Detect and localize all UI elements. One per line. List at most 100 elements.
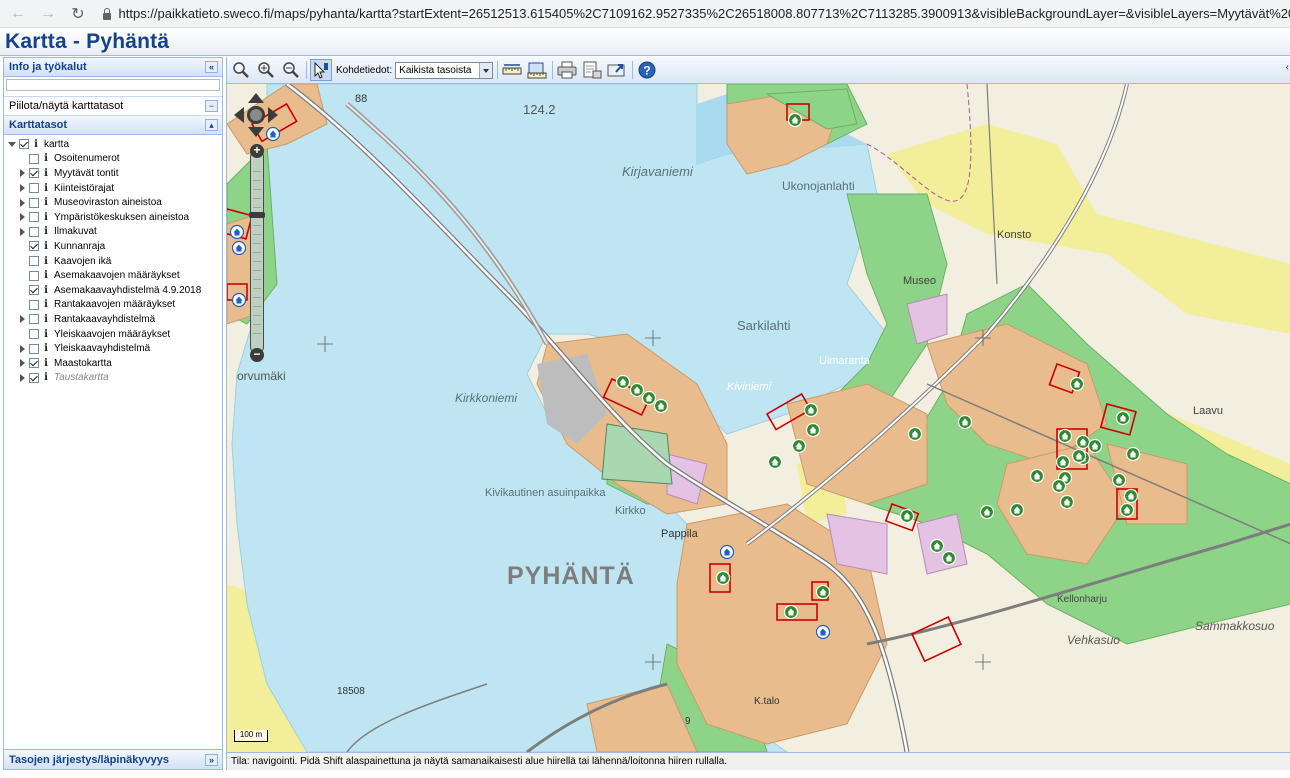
house-for-sale-icon[interactable] bbox=[641, 390, 657, 406]
info-icon[interactable]: i bbox=[42, 270, 50, 281]
expand-icon[interactable] bbox=[18, 169, 26, 178]
layer-checkbox[interactable] bbox=[29, 329, 39, 340]
house-for-sale-icon[interactable] bbox=[1071, 448, 1087, 464]
layer-row[interactable]: i Maastokartta bbox=[4, 356, 222, 371]
layer-row[interactable]: i Ympäristökeskuksen aineistoa bbox=[4, 210, 222, 225]
house-for-sale-icon[interactable] bbox=[1119, 502, 1135, 518]
house-for-sale-icon[interactable] bbox=[767, 454, 783, 470]
back-arrow-icon[interactable]: ← bbox=[6, 2, 30, 26]
house-for-sale-icon[interactable] bbox=[787, 112, 803, 128]
building-info-icon[interactable] bbox=[719, 544, 735, 560]
expand-icon[interactable] bbox=[18, 359, 26, 368]
house-for-sale-icon[interactable] bbox=[615, 374, 631, 390]
share-icon[interactable] bbox=[606, 59, 628, 81]
house-for-sale-icon[interactable] bbox=[1123, 488, 1139, 504]
house-for-sale-icon[interactable] bbox=[899, 508, 915, 524]
house-for-sale-icon[interactable] bbox=[791, 438, 807, 454]
expand-icon[interactable] bbox=[18, 184, 26, 193]
house-for-sale-icon[interactable] bbox=[653, 398, 669, 414]
layer-checkbox[interactable] bbox=[29, 285, 39, 296]
layer-row[interactable]: i Kunnanraja bbox=[4, 239, 222, 254]
house-for-sale-icon[interactable] bbox=[1125, 446, 1141, 462]
layer-row[interactable]: i Asemakaavojen määräykset bbox=[4, 268, 222, 283]
house-for-sale-icon[interactable] bbox=[1051, 478, 1067, 494]
house-for-sale-icon[interactable] bbox=[1087, 438, 1103, 454]
layer-row[interactable]: i Myytävät tontit bbox=[4, 166, 222, 181]
layer-row[interactable]: i Ilmakuvat bbox=[4, 225, 222, 240]
layer-checkbox[interactable] bbox=[29, 183, 39, 194]
info-icon[interactable]: i bbox=[42, 168, 50, 179]
zoom-slider-track[interactable] bbox=[250, 150, 264, 354]
info-icon[interactable]: i bbox=[42, 314, 50, 325]
info-icon[interactable]: i bbox=[42, 358, 50, 369]
layers-header[interactable]: Karttatasot ▴ bbox=[4, 116, 222, 135]
layer-row[interactable]: i Rantakaavayhdistelmä bbox=[4, 312, 222, 327]
info-icon[interactable]: i bbox=[42, 153, 50, 164]
info-icon[interactable]: i bbox=[42, 329, 50, 340]
info-icon[interactable]: i bbox=[42, 197, 50, 208]
layer-checkbox[interactable] bbox=[29, 299, 39, 310]
reload-icon[interactable]: ↻ bbox=[66, 2, 90, 26]
expand-icon[interactable] bbox=[8, 140, 16, 148]
layer-checkbox[interactable] bbox=[29, 372, 39, 383]
layer-checkbox[interactable] bbox=[29, 168, 39, 179]
zoom-minus-icon[interactable]: − bbox=[250, 348, 264, 362]
zoom-in-icon[interactable] bbox=[255, 59, 277, 81]
layer-order-footer[interactable]: Tasojen järjestys/läpinäkyvyys » bbox=[4, 749, 222, 769]
building-info-icon[interactable] bbox=[815, 624, 831, 640]
layer-row[interactable]: i Museoviraston aineistoa bbox=[4, 195, 222, 210]
layer-row[interactable]: i Taustakartta bbox=[4, 371, 222, 386]
house-for-sale-icon[interactable] bbox=[1069, 376, 1085, 392]
layer-checkbox[interactable] bbox=[29, 226, 39, 237]
layer-checkbox[interactable] bbox=[29, 343, 39, 354]
house-for-sale-icon[interactable] bbox=[805, 422, 821, 438]
house-for-sale-icon[interactable] bbox=[1029, 468, 1045, 484]
layer-checkbox[interactable] bbox=[29, 197, 39, 208]
info-icon[interactable]: i bbox=[42, 299, 50, 310]
collapse-up-icon[interactable]: ▴ bbox=[205, 119, 218, 131]
layer-checkbox[interactable] bbox=[29, 314, 39, 325]
chevron-down-icon[interactable] bbox=[479, 62, 493, 78]
layer-checkbox[interactable] bbox=[29, 241, 39, 252]
zoom-out-icon[interactable] bbox=[280, 59, 302, 81]
address-bar[interactable]: https://paikkatieto.sweco.fi/maps/pyhant… bbox=[102, 3, 1290, 25]
house-for-sale-icon[interactable] bbox=[1075, 434, 1091, 450]
layer-row[interactable]: i Kiinteistörajat bbox=[4, 181, 222, 196]
house-for-sale-icon[interactable] bbox=[1009, 502, 1025, 518]
layer-row[interactable]: i Osoitenumerot bbox=[4, 152, 222, 167]
minimize-icon[interactable]: − bbox=[205, 100, 218, 112]
expand-icon[interactable] bbox=[18, 227, 26, 236]
info-icon[interactable]: i bbox=[42, 285, 50, 296]
info-icon[interactable]: i bbox=[42, 372, 50, 383]
layer-row[interactable]: i Asemakaavayhdistelmä 4.9.2018 bbox=[4, 283, 222, 298]
info-tools-header[interactable]: Info ja työkalut « bbox=[4, 58, 222, 77]
house-for-sale-icon[interactable] bbox=[957, 414, 973, 430]
info-icon[interactable]: i bbox=[42, 256, 50, 267]
expand-icon[interactable] bbox=[18, 315, 26, 324]
house-for-sale-icon[interactable] bbox=[1055, 454, 1071, 470]
expand-footer-icon[interactable]: » bbox=[205, 754, 218, 766]
toolbar-overflow-icon[interactable]: ‹ bbox=[1286, 62, 1289, 73]
forward-arrow-icon[interactable]: → bbox=[36, 2, 60, 26]
info-icon[interactable]: i bbox=[42, 241, 50, 252]
house-for-sale-icon[interactable] bbox=[783, 604, 799, 620]
house-for-sale-icon[interactable] bbox=[1115, 410, 1131, 426]
print-icon[interactable] bbox=[556, 59, 578, 81]
house-for-sale-icon[interactable] bbox=[1057, 428, 1073, 444]
layer-checkbox[interactable] bbox=[29, 212, 39, 223]
pan-arrows-icon[interactable] bbox=[233, 92, 279, 138]
info-icon[interactable]: i bbox=[32, 139, 40, 150]
house-for-sale-icon[interactable] bbox=[803, 402, 819, 418]
layer-row[interactable]: i Yleiskaavayhdistelmä bbox=[4, 341, 222, 356]
collapse-panel-icon[interactable]: « bbox=[205, 61, 218, 73]
pan-zoom-control[interactable]: + − bbox=[233, 92, 279, 362]
tree-root[interactable]: i kartta bbox=[4, 137, 222, 152]
info-icon[interactable]: i bbox=[42, 343, 50, 354]
house-for-sale-icon[interactable] bbox=[715, 570, 731, 586]
measure-area-icon[interactable] bbox=[526, 59, 548, 81]
info-icon[interactable]: i bbox=[42, 183, 50, 194]
layer-checkbox[interactable] bbox=[19, 139, 29, 150]
layer-row[interactable]: i Rantakaavojen määräykset bbox=[4, 298, 222, 313]
expand-icon[interactable] bbox=[18, 213, 26, 222]
toggle-layers-header[interactable]: Piilota/näytä karttatasot − bbox=[4, 97, 222, 116]
